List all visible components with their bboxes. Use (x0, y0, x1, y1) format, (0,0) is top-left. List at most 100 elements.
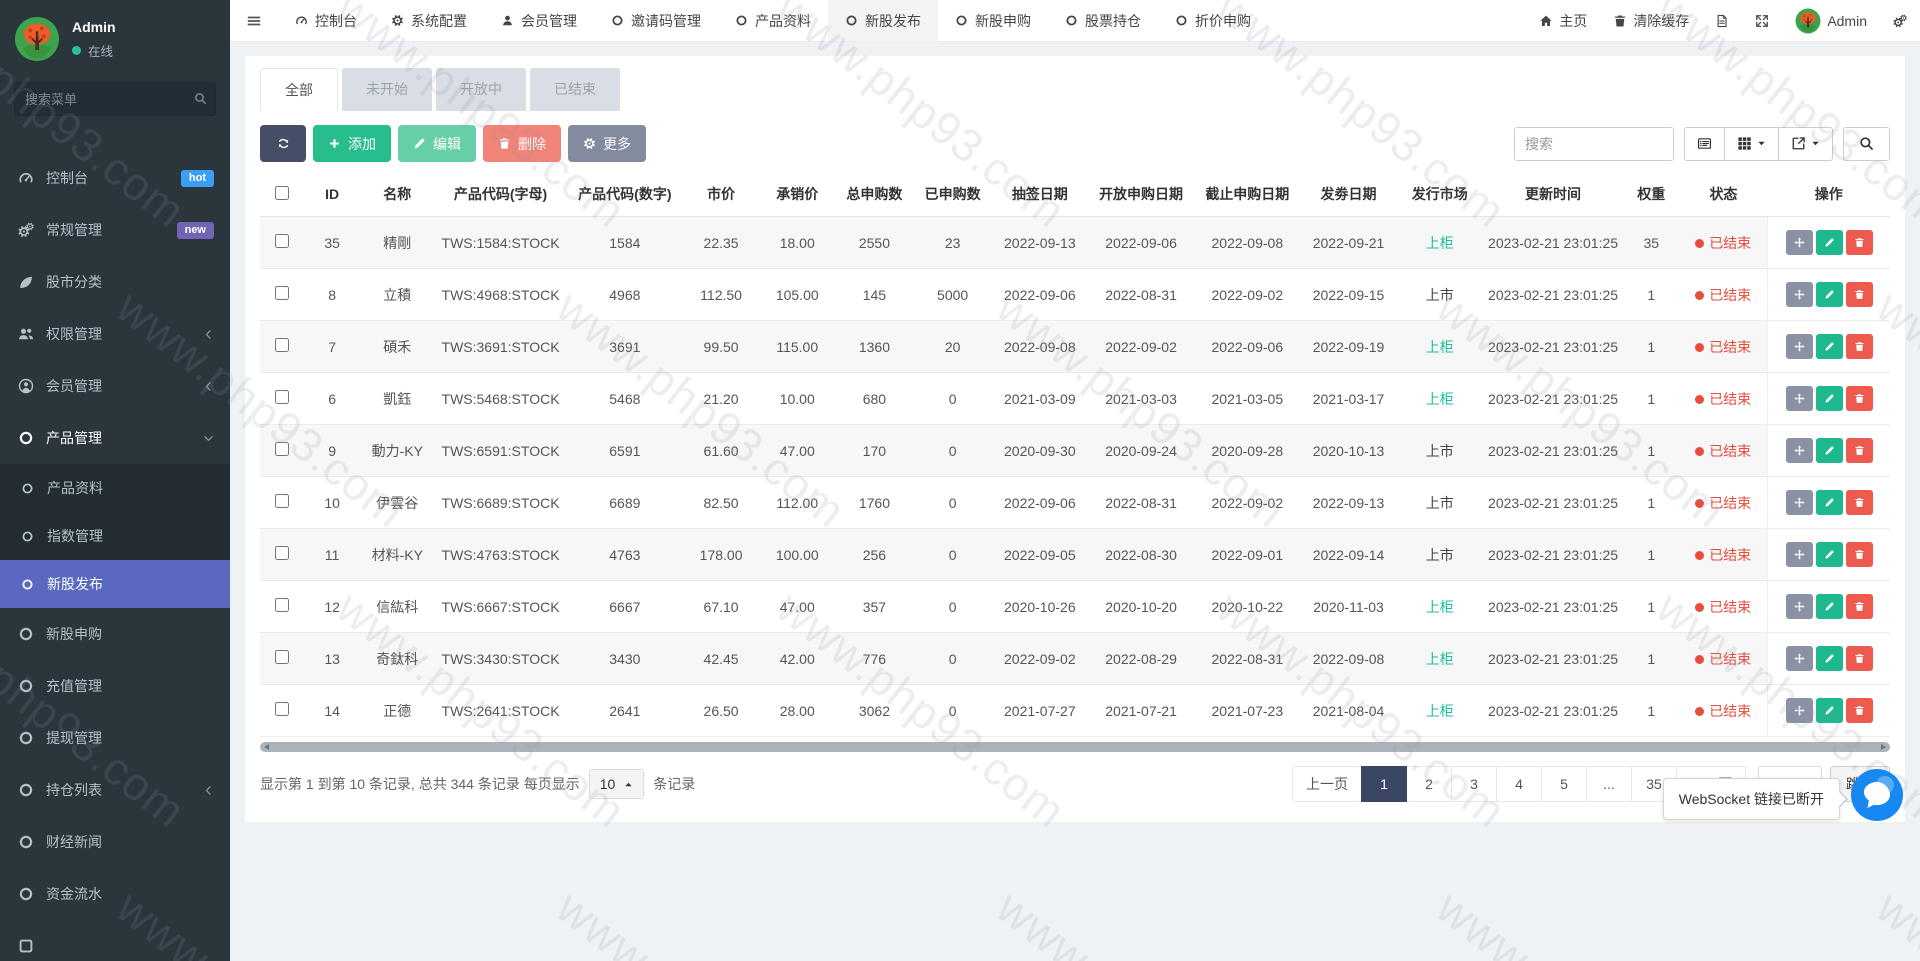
sidebar-item[interactable]: 充值管理 (0, 660, 230, 712)
move-button[interactable] (1785, 542, 1813, 567)
column-header[interactable]: 产品代码(数字) (566, 172, 683, 217)
row-checkbox[interactable] (275, 338, 290, 352)
row-checkbox[interactable] (275, 234, 290, 248)
topbar-tab[interactable]: 折价申购 (1158, 0, 1268, 41)
row-delete-button[interactable] (1845, 334, 1873, 359)
row-delete-button[interactable] (1845, 698, 1873, 723)
settings-gears-icon[interactable] (1880, 0, 1920, 41)
row-delete-button[interactable] (1845, 490, 1873, 515)
scroll-right-arrow[interactable] (1881, 744, 1886, 750)
home-link[interactable]: 主页 (1526, 0, 1600, 41)
move-button[interactable] (1785, 594, 1813, 619)
row-delete-button[interactable] (1845, 594, 1873, 619)
avatar[interactable] (14, 16, 60, 62)
topbar-tab[interactable]: 产品资料 (718, 0, 828, 41)
filter-tab[interactable]: 全部 (260, 68, 338, 111)
sidebar-item[interactable]: 会员管理 (0, 360, 230, 412)
move-button[interactable] (1785, 230, 1813, 255)
market-cell[interactable]: 上柜 (1396, 372, 1483, 425)
move-button[interactable] (1785, 386, 1813, 411)
market-cell[interactable]: 上柜 (1396, 684, 1483, 737)
column-header[interactable]: ID (304, 172, 361, 217)
column-header[interactable]: 发劵日期 (1300, 172, 1397, 217)
column-header[interactable]: 市价 (682, 172, 760, 217)
column-header[interactable]: 开放申购日期 (1087, 172, 1195, 217)
row-checkbox[interactable] (275, 546, 290, 560)
sidebar-item[interactable]: 提现管理 (0, 712, 230, 764)
topbar-tab[interactable]: 系统配置 (374, 0, 484, 41)
filter-tab[interactable]: 开放中 (436, 68, 526, 111)
topbar-tab[interactable]: 新股发布 (828, 0, 938, 41)
column-header[interactable]: 发行市场 (1396, 172, 1483, 217)
more-button[interactable]: 更多 (568, 125, 646, 162)
column-header[interactable]: 更新时间 (1482, 172, 1624, 217)
row-edit-button[interactable] (1815, 438, 1843, 463)
move-button[interactable] (1785, 646, 1813, 671)
topbar-tab[interactable]: 控制台 (278, 0, 374, 41)
move-button[interactable] (1785, 282, 1813, 307)
clear-cache-link[interactable]: 清除缓存 (1600, 0, 1702, 41)
move-button[interactable] (1785, 334, 1813, 359)
market-cell[interactable]: 上市 (1396, 476, 1483, 529)
column-header[interactable]: 抽签日期 (991, 172, 1088, 217)
market-cell[interactable]: 上市 (1396, 528, 1483, 581)
row-checkbox[interactable] (275, 650, 290, 664)
sidebar-item[interactable]: 新股申购 (0, 608, 230, 660)
sidebar-item[interactable]: 资金流水 (0, 868, 230, 920)
row-edit-button[interactable] (1815, 386, 1843, 411)
pagination-button[interactable]: 5 (1541, 766, 1587, 802)
sidebar-subitem[interactable]: 新股发布 (0, 560, 230, 608)
sidebar-item[interactable]: 控制台 hot (0, 152, 230, 204)
move-button[interactable] (1785, 490, 1813, 515)
market-cell[interactable]: 上市 (1396, 424, 1483, 477)
row-checkbox[interactable] (275, 494, 290, 508)
fullscreen-icon[interactable] (1742, 0, 1782, 41)
row-edit-button[interactable] (1815, 230, 1843, 255)
market-cell[interactable]: 上柜 (1396, 320, 1483, 373)
sidebar-item[interactable] (0, 920, 230, 961)
row-delete-button[interactable] (1845, 646, 1873, 671)
sidebar-item[interactable]: 持仓列表 (0, 764, 230, 816)
edit-button[interactable]: 编辑 (398, 125, 476, 162)
sidebar-item[interactable]: 财经新闻 (0, 816, 230, 868)
user-menu[interactable]: Admin (1782, 0, 1880, 41)
export-button[interactable] (1778, 126, 1833, 161)
search-button[interactable] (1843, 126, 1890, 161)
row-edit-button[interactable] (1815, 594, 1843, 619)
column-header[interactable]: 操作 (1767, 172, 1890, 217)
columns-button[interactable] (1724, 126, 1779, 161)
row-edit-button[interactable] (1815, 334, 1843, 359)
row-checkbox[interactable] (275, 702, 290, 716)
column-header[interactable]: 权重 (1623, 172, 1680, 217)
market-cell[interactable]: 上柜 (1396, 580, 1483, 633)
pagination-button[interactable]: 上一页 (1292, 766, 1362, 802)
column-header[interactable]: 总申购数 (835, 172, 914, 217)
column-header[interactable]: 产品代码(字母) (434, 172, 567, 217)
move-button[interactable] (1785, 438, 1813, 463)
market-cell[interactable]: 上柜 (1396, 216, 1483, 269)
menu-toggle-icon[interactable] (230, 0, 278, 41)
pagination-button[interactable]: 2 (1406, 766, 1452, 802)
detail-view-button[interactable] (1684, 126, 1725, 161)
topbar-tab[interactable]: 会员管理 (484, 0, 594, 41)
delete-button[interactable]: 删除 (483, 125, 561, 162)
topbar-tab[interactable]: 股票持仓 (1048, 0, 1158, 41)
move-button[interactable] (1785, 698, 1813, 723)
sidebar-subitem[interactable]: 产品资料 (0, 464, 230, 512)
chat-widget[interactable] (1850, 768, 1904, 822)
column-header[interactable]: 承销价 (759, 172, 836, 217)
row-delete-button[interactable] (1845, 230, 1873, 255)
horizontal-scrollbar[interactable] (260, 742, 1890, 752)
column-header[interactable]: 已申购数 (913, 172, 992, 217)
refresh-button[interactable] (260, 125, 306, 162)
sidebar-subitem[interactable]: 指数管理 (0, 512, 230, 560)
add-button[interactable]: 添加 (313, 125, 391, 162)
row-edit-button[interactable] (1815, 542, 1843, 567)
column-header[interactable]: 截止申购日期 (1194, 172, 1301, 217)
pagination-button[interactable]: ... (1586, 766, 1632, 802)
row-checkbox[interactable] (275, 390, 290, 404)
pagination-button[interactable]: 3 (1451, 766, 1497, 802)
row-checkbox[interactable] (275, 442, 290, 456)
sidebar-item[interactable]: 常规管理 new (0, 204, 230, 256)
table-search-input[interactable] (1514, 126, 1674, 161)
